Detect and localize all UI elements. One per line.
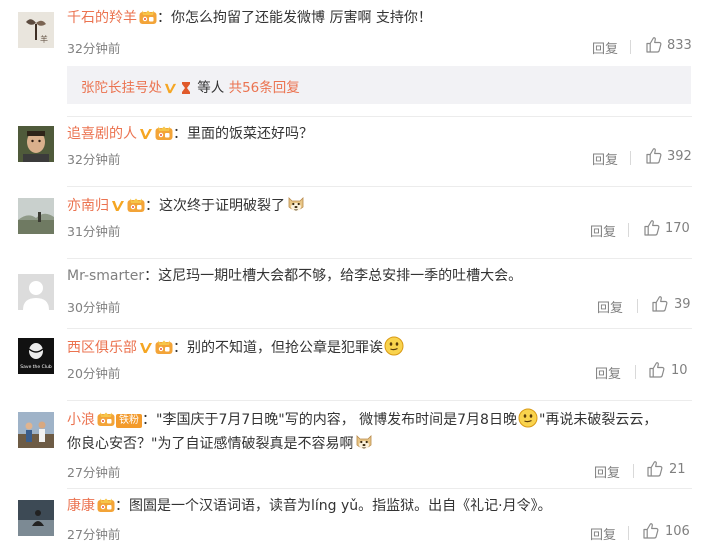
- hourglass-badge-icon: [182, 82, 190, 94]
- like-icon[interactable]: [642, 522, 660, 540]
- like-count[interactable]: 106: [665, 524, 690, 539]
- reply-button[interactable]: 回复: [597, 297, 623, 316]
- comment-time: 31分钟前: [67, 224, 121, 239]
- comment-line: 康康 ：图圄是一个汉语词语，读音为líng yǔ。指监狱。出自《礼记·月令》。: [67, 496, 552, 516]
- avatar[interactable]: [18, 500, 54, 536]
- vip-badge-icon[interactable]: [97, 498, 115, 513]
- avatar[interactable]: Save the Club: [18, 338, 54, 374]
- comment-time: 20分钟前: [67, 366, 121, 381]
- reply-button[interactable]: 回复: [594, 462, 620, 481]
- vip-badge-icon[interactable]: [139, 10, 157, 25]
- comment-item: Save the Club 西区俱乐部 ：别的不知道，但抢公章是犯罪诶 20分钟前…: [0, 328, 706, 400]
- reply-button[interactable]: 回复: [590, 524, 616, 543]
- comment-item: 小浪 铁粉 ："李国庆于7月7日晚"写的内容， 微博发布时间是7月8日晚 "再说未破裂…: [0, 400, 706, 490]
- verified-v-icon: [139, 341, 153, 355]
- divider: [630, 151, 631, 165]
- comment-item: 追喜剧的人 ：里面的饭菜还好吗？ 32分钟前 回复 392: [0, 116, 706, 186]
- like-count[interactable]: 10: [671, 363, 688, 378]
- verified-v-icon: [139, 127, 153, 141]
- vip-badge-icon[interactable]: [155, 340, 173, 355]
- reply-button[interactable]: 回复: [592, 38, 618, 57]
- like-count[interactable]: 21: [669, 462, 686, 477]
- comment-item: 羊 千石的羚羊 ：你怎么拘留了还能发微博 厉害啊 支持你！ 32分钟前 回复 83…: [0, 0, 706, 66]
- sub-replies-box[interactable]: 张陀长挂号处 等人 共56条回复: [67, 66, 691, 104]
- comment-item: 康康 ：图圄是一个汉语词语，读音为líng yǔ。指监狱。出自《礼记·月令》。 2…: [0, 488, 706, 552]
- like-count[interactable]: 392: [667, 149, 692, 164]
- fan-badge[interactable]: 铁粉: [116, 414, 142, 428]
- avatar[interactable]: 羊: [18, 12, 54, 48]
- divider: [630, 40, 631, 54]
- like-count[interactable]: 833: [667, 38, 692, 53]
- reply-button[interactable]: 回复: [590, 221, 616, 240]
- username[interactable]: 小浪: [67, 412, 95, 428]
- like-icon[interactable]: [646, 460, 664, 478]
- comment-line: Mr-smarter：这尼玛一期吐槽大会都不够，给李总安排一季的吐槽大会。: [67, 266, 522, 286]
- comment-text: ："李国庆于7月7日晚"写的内容， 微博发布时间是7月8日晚: [142, 412, 517, 428]
- divider: [628, 223, 629, 237]
- like-icon[interactable]: [645, 36, 663, 54]
- divider: [633, 464, 634, 478]
- username[interactable]: 亦南归: [67, 198, 109, 214]
- vip-badge-icon[interactable]: [97, 412, 115, 427]
- like-count[interactable]: 39: [674, 297, 691, 312]
- divider: [637, 299, 638, 313]
- vip-badge-icon[interactable]: [155, 126, 173, 141]
- comment-text: ：里面的饭菜还好吗？: [173, 126, 313, 142]
- doge-emoji-icon: [354, 432, 374, 452]
- comment-time: 27分钟前: [67, 527, 121, 542]
- comment-line: 追喜剧的人 ：里面的饭菜还好吗？: [67, 124, 313, 144]
- comment-time: 32分钟前: [67, 41, 121, 56]
- username[interactable]: Mr-smarter: [67, 268, 144, 284]
- comment-text: ：别的不知道，但抢公章是犯罪诶: [173, 340, 383, 356]
- username[interactable]: 追喜剧的人: [67, 126, 137, 142]
- like-icon[interactable]: [651, 295, 669, 313]
- username[interactable]: 康康: [67, 498, 95, 514]
- comment-line: 小浪 铁粉 ："李国庆于7月7日晚"写的内容， 微博发布时间是7月8日晚 "再说未破裂…: [67, 408, 657, 430]
- verified-v-icon: [164, 82, 177, 95]
- reply-button[interactable]: 回复: [592, 149, 618, 168]
- svg-text:羊: 羊: [40, 34, 48, 44]
- comment-time: 27分钟前: [67, 465, 121, 480]
- verified-v-icon: [111, 199, 125, 213]
- comment-line: 千石的羚羊 ：你怎么拘留了还能发微博 厉害啊 支持你！: [67, 8, 432, 28]
- username[interactable]: 西区俱乐部: [67, 340, 137, 356]
- avatar[interactable]: [18, 198, 54, 234]
- comment-line: 亦南归 ：这次终于证明破裂了: [67, 194, 307, 216]
- comment-item: Mr-smarter：这尼玛一期吐槽大会都不够，给李总安排一季的吐槽大会。 30…: [0, 258, 706, 328]
- comment-item: 亦南归 ：这次终于证明破裂了 31分钟前 回复 170: [0, 186, 706, 258]
- reply-button[interactable]: 回复: [595, 363, 621, 382]
- comment-text-cont: "再说未破裂云云，: [538, 412, 658, 428]
- username[interactable]: 千石的羚羊: [67, 10, 137, 26]
- avatar-caption: Save the Club: [20, 364, 52, 370]
- comment-line: 你良心安否？"为了自证感情破裂真是不容易啊: [67, 432, 375, 454]
- divider: [628, 526, 629, 540]
- comment-text-line2: 你良心安否？"为了自证感情破裂真是不容易啊: [67, 436, 354, 452]
- sub-reply-suffix: 等人: [197, 80, 225, 96]
- comment-text: ：这尼玛一期吐槽大会都不够，给李总安排一季的吐槽大会。: [144, 268, 523, 284]
- vip-badge-icon[interactable]: [127, 198, 145, 213]
- avatar[interactable]: [18, 412, 54, 448]
- like-icon[interactable]: [643, 219, 661, 237]
- doge-emoji-icon: [286, 194, 306, 214]
- comment-line: 西区俱乐部 ：别的不知道，但抢公章是犯罪诶: [67, 336, 405, 358]
- avatar[interactable]: [18, 126, 54, 162]
- like-count[interactable]: 170: [665, 221, 690, 236]
- like-icon[interactable]: [648, 361, 666, 379]
- comment-time: 32分钟前: [67, 152, 121, 167]
- sub-reply-count-link[interactable]: 共56条回复: [229, 80, 300, 96]
- avatar[interactable]: [18, 274, 54, 310]
- comment-text: ：你怎么拘留了还能发微博 厉害啊 支持你！: [157, 10, 432, 26]
- comment-time: 30分钟前: [67, 300, 121, 315]
- comment-text: ：这次终于证明破裂了: [145, 198, 285, 214]
- divider: [635, 365, 636, 379]
- sub-reply-user[interactable]: 张陀长挂号处: [81, 80, 162, 96]
- like-icon[interactable]: [645, 147, 663, 165]
- comment-text: ：图圄是一个汉语词语，读音为líng yǔ。指监狱。出自《礼记·月令》。: [115, 498, 552, 514]
- smile-emoji-icon: [384, 336, 404, 356]
- smile-emoji-icon: [518, 408, 538, 428]
